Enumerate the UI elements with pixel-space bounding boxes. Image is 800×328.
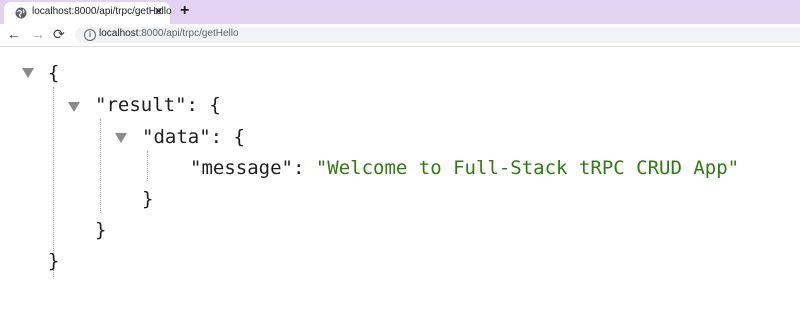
address-bar[interactable]: i localhost:8000/api/trpc/getHello	[75, 27, 800, 43]
message-row: "message": "Welcome to Full-Stack tRPC C…	[190, 156, 739, 180]
data-close-brace: }	[142, 188, 154, 210]
tab-title: localhost:8000/api/trpc/getHello	[32, 6, 172, 17]
data-key: "data"	[142, 126, 211, 148]
close-icon[interactable]: ✕	[154, 6, 163, 19]
globe-icon	[15, 7, 27, 19]
json-viewer: { "result": { "data": { "message": "Welc…	[0, 47, 800, 328]
url-path: :8000/api/trpc/getHello	[138, 28, 239, 39]
browser-tab[interactable]: localhost:8000/api/trpc/getHello ✕	[4, 2, 172, 24]
collapse-data-triangle-icon[interactable]	[115, 133, 127, 143]
message-value: "Welcome to Full-Stack tRPC CRUD App"	[315, 157, 740, 179]
browser-toolbar: ← → ⟳ i localhost:8000/api/trpc/getHello	[0, 24, 800, 47]
message-colon: :	[292, 157, 316, 179]
tab-strip: localhost:8000/api/trpc/getHello ✕ +	[0, 0, 800, 24]
result-guide-line	[100, 119, 101, 213]
collapse-root-triangle-icon[interactable]	[22, 68, 34, 78]
result-key: "result"	[95, 94, 187, 116]
collapse-result-triangle-icon[interactable]	[68, 102, 80, 112]
root-open-brace: {	[48, 62, 60, 84]
result-colon-brace: : {	[186, 94, 221, 116]
data-row: "data": {	[142, 125, 245, 149]
reload-icon[interactable]: ⟳	[53, 25, 65, 43]
back-arrow-icon[interactable]: ←	[7, 25, 21, 43]
info-icon[interactable]: i	[84, 29, 96, 41]
url-host: localhost	[99, 28, 139, 39]
data-colon-brace: : {	[210, 126, 245, 148]
forward-arrow-icon[interactable]: →	[31, 25, 45, 43]
new-tab-button[interactable]: +	[180, 2, 189, 20]
result-close-brace: }	[95, 219, 107, 241]
root-close-brace: }	[48, 250, 60, 272]
result-row: "result": {	[95, 93, 221, 117]
url-text[interactable]: localhost:8000/api/trpc/getHello	[99, 28, 239, 39]
message-key: "message"	[190, 157, 293, 179]
data-guide-line	[147, 151, 148, 181]
